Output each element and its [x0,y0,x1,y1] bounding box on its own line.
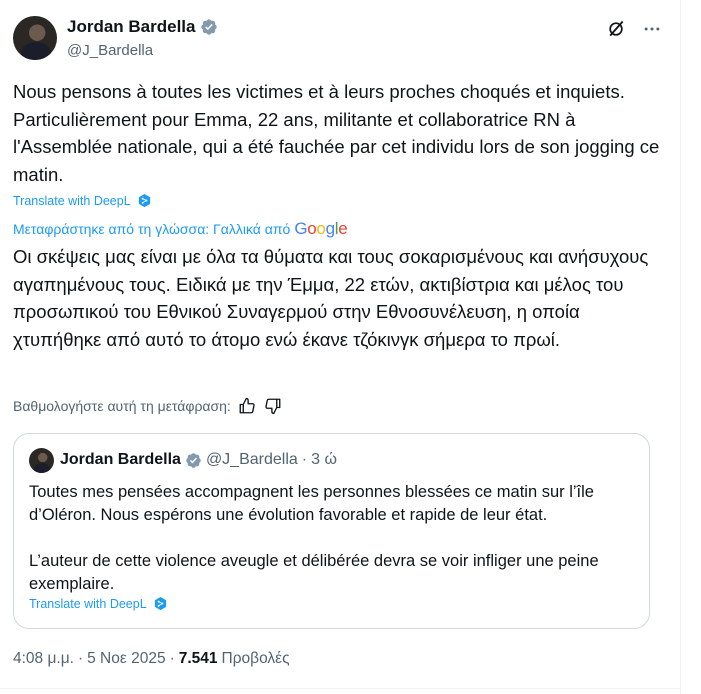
meta-separator: · [169,650,175,667]
views-label: Προβολές [221,650,290,667]
quote-author-name[interactable]: Jordan Bardella [60,451,181,469]
quote-text: Toutes mes pensées accompagnent les pers… [29,483,599,593]
quote-author-handle[interactable]: @J_Bardella [206,451,298,469]
avatar[interactable] [13,16,57,60]
views-count: 7.541 [178,650,218,667]
rate-translation: Βαθμολογήστε αυτή τη μετάφραση: [13,396,283,416]
google-logo: Google [294,219,348,238]
column-divider [680,0,681,694]
author-handle[interactable]: @J_Bardella [67,42,153,59]
quoted-tweet[interactable]: Jordan Bardella @J_Bardella · 3 ώ Toutes… [13,433,650,629]
quote-avatar[interactable] [29,448,54,473]
quote-separator: · [301,451,308,468]
meta-separator: · [77,650,84,667]
quote-header: Jordan Bardella @J_Bardella · 3 ώ [60,451,337,469]
tweet-text: Nous pensons à toutes les victimes et à … [13,81,665,185]
deepl-label[interactable]: Translate with DeepL [13,194,131,208]
verified-badge-icon [186,452,201,468]
tweet-time[interactable]: 4:08 μ.μ. [13,650,74,668]
tweet-header: Jordan Bardella @J_Bardella [13,16,663,64]
author-name-row[interactable]: Jordan Bardella [67,17,218,37]
header-actions [605,18,663,40]
translated-text: Οι σκέψεις μας είναι με όλα τα θύματα κα… [13,246,649,350]
thumbs-up-icon[interactable] [237,396,257,416]
quote-time[interactable]: 3 ώ [311,451,337,469]
grok-icon[interactable] [605,18,627,40]
quote-deepl-label[interactable]: Translate with DeepL [29,597,147,611]
verified-badge-icon [200,19,217,35]
thumbs-down-icon[interactable] [263,396,283,416]
quote-translate-deepl-link[interactable]: Translate with DeepL [29,596,168,611]
more-icon[interactable] [641,18,663,40]
deepl-icon [154,596,166,611]
bottom-divider [0,688,680,689]
translation-source[interactable]: Μεταφράστηκε από τη γλώσσα: Γαλλικά από … [13,219,348,239]
author-name[interactable]: Jordan Bardella [67,17,196,37]
tweet-date[interactable]: 5 Νοε 2025 [87,650,165,668]
translate-deepl-link[interactable]: Translate with DeepL [13,193,152,208]
rate-label: Βαθμολογήστε αυτή τη μετάφραση: [13,398,231,414]
translated-by-label[interactable]: Μεταφράστηκε από τη γλώσσα: Γαλλικά από [13,221,290,237]
deepl-icon [138,193,150,208]
tweet-meta: 4:08 μ.μ. · 5 Νοε 2025 · 7.541 Προβολές [13,650,290,668]
